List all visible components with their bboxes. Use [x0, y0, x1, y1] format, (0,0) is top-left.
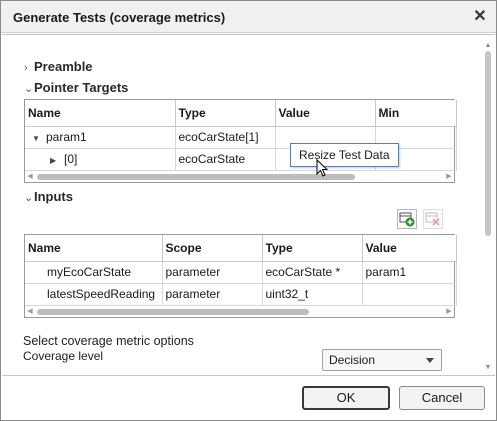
- add-row-icon: [399, 212, 415, 227]
- column-header[interactable]: Min: [375, 100, 457, 127]
- horizontal-scrollbar[interactable]: ◀ ▶: [25, 307, 454, 317]
- section-label: Inputs: [34, 189, 73, 204]
- chevron-down-icon: [426, 358, 434, 363]
- table-row[interactable]: latestSpeedReading parameter uint32_t: [25, 283, 457, 306]
- section-label: Pointer Targets: [34, 80, 129, 95]
- cell-type: ecoCarState *: [262, 261, 363, 284]
- inputs-table: Name Scope Type Value myEcoCarState para…: [24, 234, 457, 318]
- cell-type: ecoCarState: [175, 148, 276, 171]
- section-pointer-targets[interactable]: ⌄Pointer Targets: [24, 80, 128, 95]
- dialog-content: › Preamble ⌄Pointer Targets Name Type Val…: [2, 34, 495, 376]
- scroll-thumb[interactable]: [37, 309, 309, 315]
- section-inputs[interactable]: ⌄Inputs: [24, 189, 73, 204]
- cell-scope[interactable]: parameter: [162, 261, 263, 284]
- column-header[interactable]: Type: [262, 235, 363, 262]
- vertical-scrollbar[interactable]: ▲ ▼: [483, 41, 493, 373]
- column-header[interactable]: Value: [275, 100, 376, 127]
- chevron-right-icon: ›: [24, 62, 28, 74]
- horizontal-scrollbar[interactable]: ◀ ▶: [25, 172, 454, 182]
- chevron-down-icon: ⌄: [24, 192, 34, 204]
- cell-scope[interactable]: parameter: [162, 283, 263, 306]
- cancel-button[interactable]: Cancel: [399, 386, 485, 410]
- table-row[interactable]: myEcoCarState parameter ecoCarState * pa…: [25, 261, 457, 284]
- tooltip-text: Resize Test Data: [299, 148, 390, 162]
- scroll-right-icon[interactable]: ▶: [444, 307, 454, 317]
- window-title: Generate Tests (coverage metrics): [13, 10, 226, 25]
- dialog-window: Generate Tests (coverage metrics) ✕ › Pre…: [0, 0, 497, 421]
- coverage-level-dropdown[interactable]: Decision: [322, 349, 442, 371]
- cell-value[interactable]: param1: [362, 261, 457, 284]
- add-row-button[interactable]: [397, 209, 417, 229]
- coverage-heading: Select coverage metric options: [23, 334, 194, 348]
- column-header[interactable]: Value: [362, 235, 457, 262]
- column-header[interactable]: Name: [25, 100, 176, 127]
- scroll-up-icon[interactable]: ▲: [483, 41, 493, 51]
- column-header[interactable]: Scope: [162, 235, 263, 262]
- column-header[interactable]: Type: [175, 100, 276, 127]
- remove-row-button[interactable]: [423, 209, 443, 229]
- cell-name: param1: [46, 130, 87, 144]
- scroll-left-icon[interactable]: ◀: [25, 172, 35, 182]
- scroll-thumb[interactable]: [485, 51, 491, 236]
- chevron-down-icon: ⌄: [24, 83, 34, 95]
- close-icon[interactable]: ✕: [470, 7, 490, 27]
- section-label: Preamble: [34, 59, 93, 74]
- scroll-thumb[interactable]: [37, 174, 355, 180]
- title-bar: Generate Tests (coverage metrics) ✕: [1, 1, 496, 33]
- pointer-targets-table: Name Type Value Min ▼ param1 ecoCarState[…: [24, 99, 457, 183]
- cell-type: uint32_t: [262, 283, 363, 306]
- scroll-down-icon[interactable]: ▼: [483, 363, 493, 373]
- cell-value[interactable]: [362, 283, 457, 306]
- scroll-right-icon[interactable]: ▶: [444, 172, 454, 182]
- remove-row-icon: [425, 212, 440, 226]
- table-header-row: Name Scope Type Value: [25, 235, 457, 262]
- scroll-left-icon[interactable]: ◀: [25, 307, 35, 317]
- cell-name: myEcoCarState: [25, 261, 163, 284]
- coverage-level-label: Coverage level: [23, 349, 104, 363]
- mouse-cursor-icon: [316, 159, 329, 177]
- table-header-row: Name Type Value Min: [25, 100, 457, 127]
- tooltip: Resize Test Data: [290, 143, 399, 167]
- column-header[interactable]: Name: [25, 235, 163, 262]
- section-preamble[interactable]: › Preamble: [24, 59, 93, 74]
- dropdown-value: Decision: [329, 353, 376, 367]
- expand-down-icon[interactable]: ▼: [32, 134, 46, 143]
- cell-type: ecoCarState[1]: [175, 126, 276, 149]
- ok-button[interactable]: OK: [302, 386, 390, 410]
- cell-name: latestSpeedReading: [25, 283, 163, 306]
- expand-right-icon[interactable]: ▶: [50, 156, 64, 165]
- cell-name: [0]: [64, 152, 78, 166]
